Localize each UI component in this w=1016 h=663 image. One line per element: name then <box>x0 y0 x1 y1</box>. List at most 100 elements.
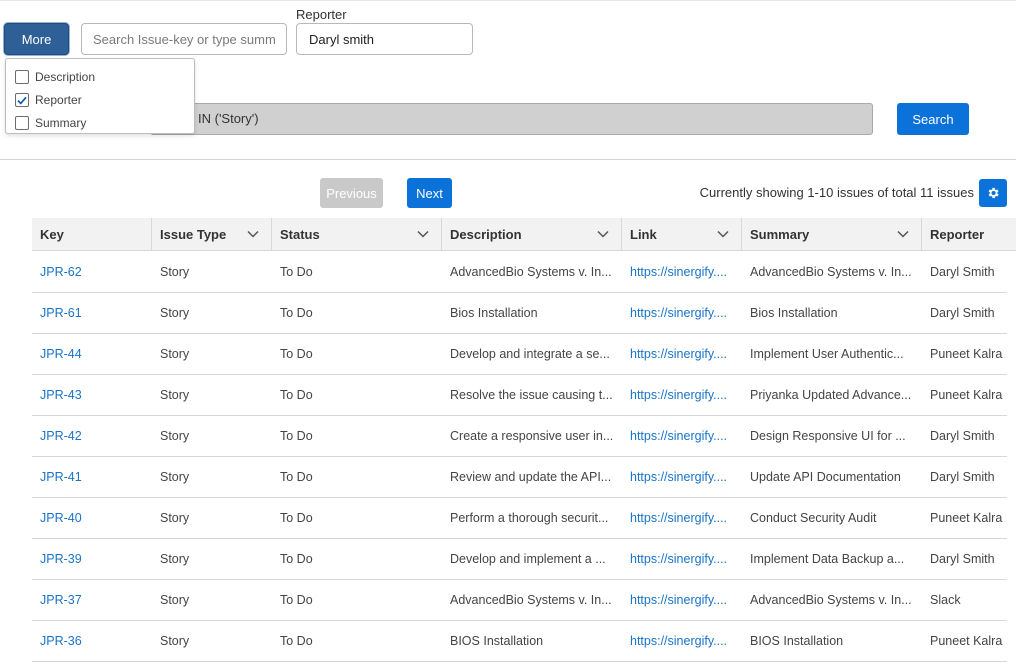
summary-cell: BIOS Installation <box>742 621 922 661</box>
menu-option-summary[interactable]: Summary <box>15 113 86 133</box>
description-cell: AdvancedBio Systems v. In... <box>450 265 612 279</box>
issue-type-cell: Story <box>152 580 272 620</box>
settings-button[interactable] <box>979 179 1007 207</box>
issue-type-cell: Story <box>160 306 190 320</box>
search-input[interactable] <box>81 23 287 55</box>
issue-url-link[interactable]: https://sinergify.... <box>630 470 727 484</box>
summary-cell: Design Responsive UI for ... <box>750 429 906 443</box>
table-row: JPR-41 Story To Do Review and update the AP… <box>32 457 1007 498</box>
issue-key-cell: JPR-37 <box>32 580 152 620</box>
reporter-cell: Daryl Smith <box>930 470 995 484</box>
issue-key-link[interactable]: JPR-62 <box>40 265 82 279</box>
more-button[interactable]: More <box>4 23 69 55</box>
issue-type-cell: Story <box>152 375 272 415</box>
column-header-label: Key <box>40 227 64 242</box>
issue-type-cell: Story <box>152 621 272 661</box>
reporter-cell: Puneet Kalra <box>922 334 1007 374</box>
menu-option-description[interactable]: Description <box>15 67 95 87</box>
column-header-reporter[interactable]: Reporter <box>922 218 1016 251</box>
column-header-issue-type[interactable]: Issue Type <box>152 218 272 251</box>
reporter-cell: Daryl Smith <box>930 306 995 320</box>
issue-url-link[interactable]: https://sinergify.... <box>630 347 727 361</box>
summary-cell: Bios Installation <box>750 306 838 320</box>
checkmark-icon <box>17 96 27 105</box>
status-cell: To Do <box>280 552 313 566</box>
issue-key-cell: JPR-44 <box>32 334 152 374</box>
issue-key-link[interactable]: JPR-41 <box>40 470 82 484</box>
table-row: JPR-43 Story To Do Resolve the issue causin… <box>32 375 1007 416</box>
issue-key-link[interactable]: JPR-43 <box>40 388 82 402</box>
menu-option-reporter[interactable]: Reporter <box>15 90 82 110</box>
column-header-status[interactable]: Status <box>272 218 442 251</box>
status-cell: To Do <box>272 457 442 497</box>
reporter-input[interactable] <box>296 23 473 55</box>
issue-type-cell: Story <box>152 539 272 579</box>
reporter-cell: Daryl Smith <box>922 457 1007 497</box>
summary-cell: BIOS Installation <box>750 634 844 648</box>
chevron-down-icon[interactable] <box>597 230 609 238</box>
description-cell: BIOS Installation <box>442 621 622 661</box>
description-cell: Create a responsive user in... <box>442 416 622 456</box>
issue-url-cell: https://sinergify.... <box>622 252 742 292</box>
issue-url-link[interactable]: https://sinergify.... <box>630 634 727 648</box>
column-header-description[interactable]: Description <box>442 218 622 251</box>
issue-type-cell: Story <box>160 265 190 279</box>
status-cell: To Do <box>280 388 313 402</box>
issue-url-link[interactable]: https://sinergify.... <box>630 388 727 402</box>
summary-cell: Conduct Security Audit <box>742 498 922 538</box>
description-cell: Review and update the API... <box>442 457 622 497</box>
reporter-cell: Puneet Kalra <box>922 621 1007 661</box>
column-header-link[interactable]: Link <box>622 218 742 251</box>
table-row: JPR-37 Story To Do AdvancedBio Systems v. I… <box>32 580 1007 621</box>
column-header-label: Status <box>280 227 320 242</box>
issue-key-cell: JPR-43 <box>32 375 152 415</box>
issue-url-link[interactable]: https://sinergify.... <box>630 511 727 525</box>
reporter-cell: Puneet Kalra <box>930 634 1003 648</box>
description-cell: Create a responsive user in... <box>450 429 614 443</box>
issue-url-link[interactable]: https://sinergify.... <box>630 429 727 443</box>
reporter-checkbox[interactable] <box>15 93 29 107</box>
issue-type-cell: Story <box>160 347 190 361</box>
column-header-key[interactable]: Key <box>32 218 152 251</box>
column-header-label: Issue Type <box>160 227 227 242</box>
previous-button[interactable]: Previous <box>320 178 383 208</box>
issue-key-link[interactable]: JPR-61 <box>40 306 82 320</box>
chevron-down-icon[interactable] <box>247 230 259 238</box>
issue-key-cell: JPR-40 <box>32 498 152 538</box>
issue-url-link[interactable]: https://sinergify.... <box>630 265 727 279</box>
issue-type-cell: Story <box>160 429 190 443</box>
issue-url-cell: https://sinergify.... <box>622 580 742 620</box>
issue-type-cell: Story <box>160 593 190 607</box>
reporter-cell: Daryl Smith <box>930 552 995 566</box>
description-cell: Bios Installation <box>450 306 538 320</box>
chevron-down-icon[interactable] <box>417 230 429 238</box>
description-checkbox[interactable] <box>15 70 29 84</box>
jql-query-box[interactable]: IN ('Story') <box>150 103 873 135</box>
table-row: JPR-40 Story To Do Perform a thorough secur… <box>32 498 1007 539</box>
issue-key-link[interactable]: JPR-42 <box>40 429 82 443</box>
chevron-down-icon[interactable] <box>717 230 729 238</box>
status-cell: To Do <box>280 347 313 361</box>
issue-url-link[interactable]: https://sinergify.... <box>630 593 727 607</box>
issue-key-link[interactable]: JPR-39 <box>40 552 82 566</box>
column-header-summary[interactable]: Summary <box>742 218 922 251</box>
chevron-down-icon[interactable] <box>897 230 909 238</box>
issue-type-cell: Story <box>160 470 190 484</box>
reporter-cell: Daryl Smith <box>922 293 1007 333</box>
menu-option-label: Reporter <box>35 93 82 107</box>
summary-checkbox[interactable] <box>15 116 29 130</box>
description-cell: Review and update the API... <box>450 470 612 484</box>
status-cell: To Do <box>280 593 313 607</box>
issue-key-cell: JPR-62 <box>32 252 152 292</box>
search-button[interactable]: Search <box>897 103 969 135</box>
issue-key-link[interactable]: JPR-40 <box>40 511 82 525</box>
issue-key-link[interactable]: JPR-44 <box>40 347 82 361</box>
jql-query-text: IN ('Story') <box>198 111 259 126</box>
next-button[interactable]: Next <box>407 178 452 208</box>
issue-url-link[interactable]: https://sinergify.... <box>630 306 727 320</box>
status-cell: To Do <box>272 334 442 374</box>
issue-key-link[interactable]: JPR-37 <box>40 593 82 607</box>
issue-url-link[interactable]: https://sinergify.... <box>630 552 727 566</box>
issue-key-link[interactable]: JPR-36 <box>40 634 82 648</box>
reporter-cell: Puneet Kalra <box>922 375 1007 415</box>
